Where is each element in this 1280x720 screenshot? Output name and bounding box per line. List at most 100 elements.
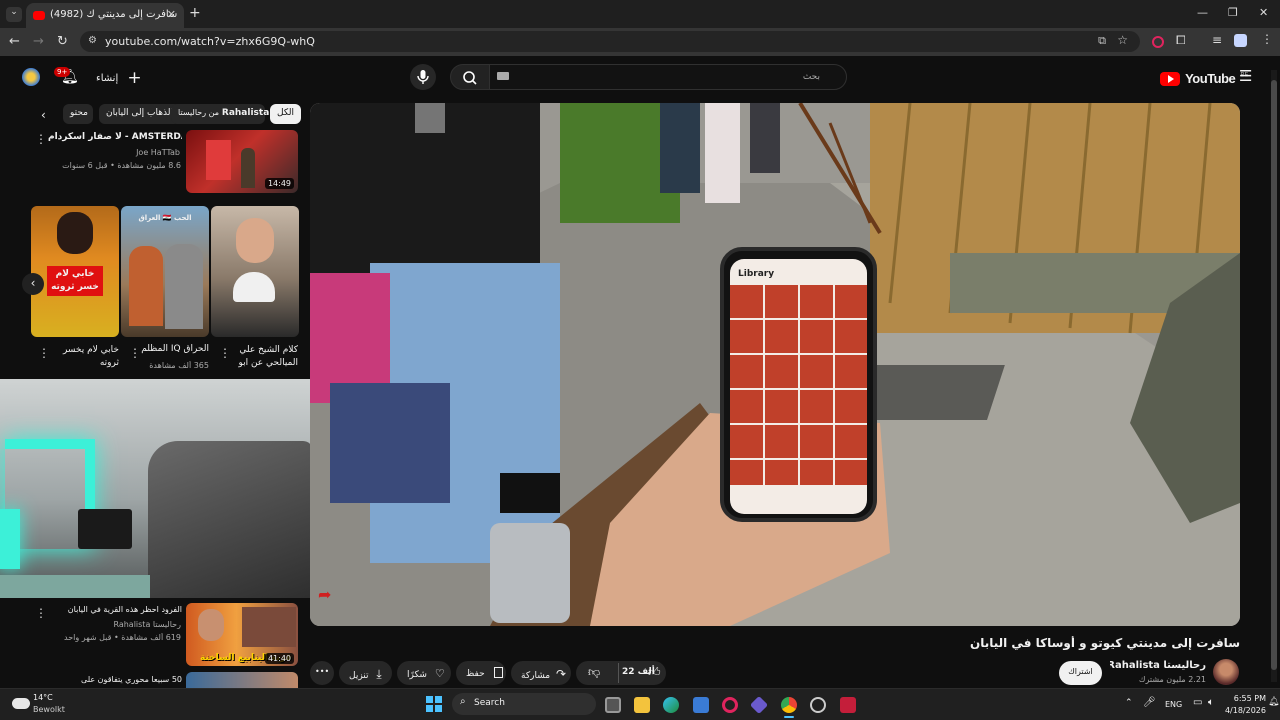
reading-list-icon[interactable]: ≡: [1212, 33, 1222, 47]
back-arrow-icon[interactable]: ←: [9, 34, 20, 49]
bookmark-star-icon[interactable]: ☆: [1117, 33, 1128, 47]
weather-description: Bewolkt: [33, 705, 65, 714]
tab-title: (4982) سافرت إلى مدينتي ك: [50, 9, 178, 20]
notification-center-icon[interactable]: 🔔︎: [1268, 697, 1279, 707]
webcam-overlay: [0, 379, 310, 598]
more-actions-button[interactable]: •••: [310, 661, 334, 685]
tray-overflow-icon[interactable]: ⌃: [1125, 698, 1133, 708]
short-title[interactable]: كلام الشيخ علي الميالحي عن ابو ...: [228, 344, 298, 372]
clock-time[interactable]: 6:55 PM: [1232, 694, 1266, 703]
top-item-duration: 14:49: [264, 178, 294, 189]
create-button[interactable]: إنشاء +: [96, 68, 142, 88]
opera-icon[interactable]: [722, 697, 738, 713]
bottom-item-more-icon[interactable]: ⋮: [35, 606, 47, 620]
page-scrollbar[interactable]: [1271, 70, 1277, 682]
top-item-more-icon[interactable]: ⋮: [35, 132, 47, 146]
profile-avatar-icon[interactable]: [1234, 34, 1247, 47]
volume-icon[interactable]: 🔈︎: [1208, 697, 1214, 708]
create-label: إنشاء: [96, 73, 119, 84]
weather-temperature: 14°C: [33, 693, 53, 702]
short-more-icon[interactable]: ⋮: [219, 346, 231, 360]
shorts-prev-arrow-icon[interactable]: ‹: [22, 273, 44, 295]
edge-icon[interactable]: [663, 697, 679, 713]
windows-start-icon[interactable]: [426, 696, 442, 712]
restore-button[interactable]: ❐: [1228, 6, 1238, 19]
short-thumbnail[interactable]: [211, 206, 299, 337]
app-icon[interactable]: [810, 697, 826, 713]
like-button[interactable]: 👎︎ 22 ألف 👍︎: [576, 661, 666, 685]
download-label: تنزيل: [349, 671, 369, 681]
microphone-tray-icon[interactable]: 🎤︎: [1143, 697, 1156, 708]
acrobat-icon[interactable]: [840, 697, 856, 713]
short-more-icon[interactable]: ⋮: [129, 346, 141, 360]
bottom-item-channel[interactable]: رحاليستا Rahalista: [80, 620, 181, 629]
window-close-button[interactable]: ✕: [1259, 6, 1268, 19]
network-icon[interactable]: ▭: [1193, 697, 1202, 708]
short-title[interactable]: خابي لام يخسر ثروته: [50, 344, 119, 372]
save-button[interactable]: حفظ: [456, 661, 506, 685]
top-item-channel[interactable]: Joe HaTTab: [80, 148, 180, 157]
browser-menu-icon[interactable]: ⋮: [1261, 32, 1273, 46]
bottom-item-title[interactable]: الفرود احظر هذه القرية في اليابان: [48, 605, 182, 614]
short-thumbnail[interactable]: العراق 🇮🇶 الحب: [121, 206, 209, 337]
guide-menu-icon[interactable]: ☰: [1239, 67, 1252, 85]
extension-opera-icon[interactable]: [1152, 36, 1164, 48]
subscribe-button[interactable]: اشتراك: [1059, 661, 1102, 685]
chrome-icon[interactable]: [781, 697, 797, 713]
extensions-puzzle-icon[interactable]: ⧠: [1176, 33, 1186, 48]
share-icon: ↷: [555, 667, 566, 681]
thanks-button[interactable]: شكرًا ♡: [397, 661, 451, 685]
dislike-icon[interactable]: 👎︎: [588, 665, 600, 680]
chips-prev-arrow-icon[interactable]: ‹: [41, 108, 46, 122]
install-app-icon[interactable]: ⧉: [1098, 34, 1106, 48]
youtube-logo[interactable]: YouTube BE: [1160, 68, 1248, 86]
minimize-button[interactable]: —: [1197, 6, 1208, 19]
site-info-icon[interactable]: ⚙: [88, 35, 97, 46]
browser-tab-active[interactable]: (4982) سافرت إلى مدينتي ك ✕: [26, 3, 184, 28]
chip-all[interactable]: الكل: [270, 104, 302, 124]
channel-name[interactable]: رحاليستا Rahalista: [1110, 660, 1206, 671]
next-item-thumbnail[interactable]: [186, 672, 298, 688]
chip-rahalista[interactable]: من رحالیستا Rahalista: [171, 104, 269, 124]
search-button[interactable]: [450, 64, 490, 90]
chip-going-to-japan[interactable]: الذهاب إلى اليابان: [99, 104, 180, 124]
download-button[interactable]: تنزيل ⤓: [339, 661, 392, 685]
weather-cloud-icon[interactable]: [12, 698, 30, 709]
account-avatar[interactable]: [22, 68, 40, 86]
top-item-thumbnail[interactable]: 14:49: [186, 130, 298, 193]
subscriber-count: 2.21 مليون مشترك: [1138, 675, 1206, 684]
clock-date[interactable]: 4/18/2026: [1222, 706, 1266, 715]
video-title: سافرت إلى مدينتي كيوتو و أوساكا في الياب…: [969, 636, 1240, 650]
short-title[interactable]: الحراق IQ المظلم: [140, 344, 209, 354]
file-explorer-icon[interactable]: [634, 697, 650, 713]
keyboard-icon[interactable]: [497, 72, 509, 80]
new-tab-button[interactable]: +: [189, 5, 201, 21]
address-bar[interactable]: ⚙ youtube.com/watch?v=zhx6G9Q-whQ ⧉ ☆: [80, 31, 1140, 52]
store-icon[interactable]: [693, 697, 709, 713]
forward-arrow-icon[interactable]: →: [33, 34, 44, 49]
language-indicator[interactable]: ENG: [1165, 700, 1182, 709]
short-thumbnail[interactable]: خابي لام خسر ثروته: [31, 206, 119, 337]
share-button[interactable]: مشاركة ↷: [511, 661, 571, 685]
taskbar-search-icon: ⌕: [460, 696, 466, 707]
chip-other[interactable]: محتو: [63, 104, 93, 124]
youtube-favicon-icon: [33, 11, 45, 20]
video-player[interactable]: Library ➦: [310, 103, 1240, 626]
next-item-title[interactable]: 50 سبيعا محوري يتفاقون على: [48, 675, 182, 684]
chip-rahalista-label: من رحالیستا: [178, 108, 220, 117]
active-app-indicator: [784, 716, 794, 718]
search-input[interactable]: بحث: [489, 64, 847, 90]
short-more-icon[interactable]: ⋮: [38, 346, 50, 360]
top-item-title[interactable]: لا صفار اسكردام - AMSTERDAM NL: [48, 132, 182, 142]
thanks-label: شكرًا: [407, 670, 427, 680]
youtube-play-icon: [1160, 71, 1180, 86]
channel-avatar[interactable]: [1213, 659, 1239, 685]
tab-search-button[interactable]: ⌄: [6, 7, 22, 22]
reload-icon[interactable]: ↻: [57, 34, 68, 49]
task-view-icon[interactable]: [605, 697, 621, 713]
voice-search-mic-icon[interactable]: [410, 64, 436, 90]
taskbar-search-box[interactable]: ⌕ Search: [452, 693, 596, 715]
bottom-item-thumbnail[interactable]: قرية الينابيع الساخنة 41:40: [186, 603, 298, 666]
tab-close-icon[interactable]: ✕: [167, 8, 176, 21]
scrollbar-thumb[interactable]: [1271, 80, 1277, 670]
